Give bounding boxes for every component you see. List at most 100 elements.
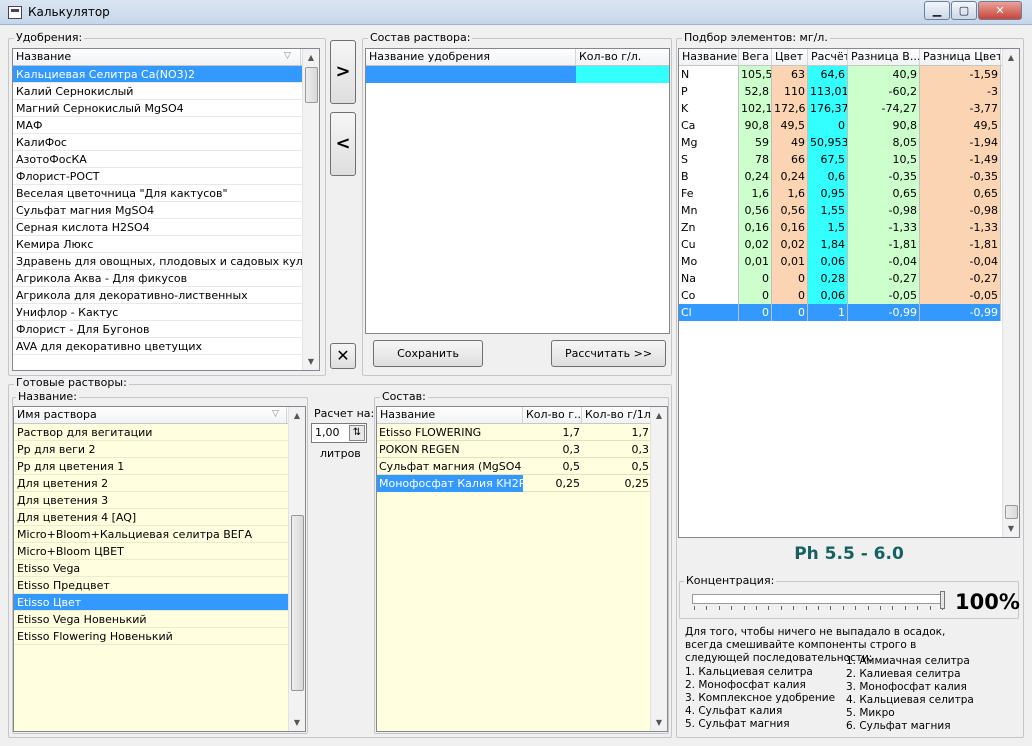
recipe-row[interactable]: Etisso FLOWERING 1,7 1,7 — [377, 424, 651, 441]
element-name-cell[interactable]: Mn — [679, 202, 739, 219]
fertilizer-item[interactable]: Кальциевая Селитра Ca(NO3)2 — [13, 66, 303, 83]
fertilizer-item[interactable]: Калий Сернокислый — [13, 83, 303, 100]
vega-cell[interactable]: 59 — [739, 134, 772, 151]
element-row[interactable]: S 78 66 67,5 10,5 -1,49 — [679, 151, 1001, 168]
element-name-cell[interactable]: Cu — [679, 236, 739, 253]
ready-solutions-list[interactable]: Имя раствора ▽ Раствор для вегитации Рр д… — [13, 406, 306, 732]
remove-from-solution-button[interactable]: < — [330, 112, 356, 176]
recipe-list[interactable]: Название Кол-во г... Кол-во г/1л. Etisso… — [376, 406, 668, 732]
fertilizer-item[interactable]: Флорист - Для Бугонов — [13, 321, 303, 338]
calc-cell[interactable]: 0,06 — [808, 253, 848, 270]
recipe-name-cell[interactable]: POKON REGEN — [377, 441, 523, 458]
column-calc[interactable]: Расчёт — [808, 49, 848, 65]
column-bloom[interactable]: Цвет — [772, 49, 808, 65]
spin-arrows-icon[interactable]: ⇅ — [349, 425, 365, 441]
delete-button[interactable]: ✕ — [330, 343, 356, 369]
composition-list[interactable]: Название удобрения Кол-во г/л. — [365, 48, 670, 334]
calc-cell[interactable]: 0,6 — [808, 168, 848, 185]
fertilizer-item[interactable]: Сульфат магния MgSO4 — [13, 202, 303, 219]
element-name-cell[interactable]: Zn — [679, 219, 739, 236]
filter-icon[interactable]: ▽ — [284, 51, 291, 61]
calc-cell[interactable]: 0,28 — [808, 270, 848, 287]
diff-bloom-cell[interactable]: -1,49 — [920, 151, 1001, 168]
column-element[interactable]: Название — [679, 49, 739, 65]
scroll-thumb[interactable] — [1005, 505, 1018, 519]
diff-bloom-cell[interactable]: -1,94 — [920, 134, 1001, 151]
vega-cell[interactable]: 0,24 — [739, 168, 772, 185]
calc-cell[interactable]: 1,5 — [808, 219, 848, 236]
diff-bloom-cell[interactable]: -0,98 — [920, 202, 1001, 219]
fertilizers-header[interactable]: Название ▽ — [13, 49, 303, 66]
column-name-header[interactable]: Название — [13, 49, 301, 65]
diff-bloom-cell[interactable]: -3,77 — [920, 100, 1001, 117]
ready-header[interactable]: Имя раствора ▽ — [14, 407, 289, 424]
scroll-up-icon[interactable]: ▲ — [1003, 49, 1019, 66]
element-name-cell[interactable]: Mg — [679, 134, 739, 151]
concentration-slider[interactable] — [692, 591, 947, 610]
recipe-name-cell[interactable]: Сульфат магния (MgSO4 * n — [377, 458, 523, 475]
calc-cell[interactable]: 1 — [808, 304, 848, 321]
element-name-cell[interactable]: Ca — [679, 117, 739, 134]
element-name-cell[interactable]: K — [679, 100, 739, 117]
fertilizer-item[interactable]: КалиФос — [13, 134, 303, 151]
bloom-cell[interactable]: 0,02 — [772, 236, 808, 253]
scroll-down-icon[interactable]: ▼ — [651, 714, 667, 731]
elements-header[interactable]: Название Вега Цвет Расчёт Разница В... Р… — [679, 49, 1003, 66]
vega-cell[interactable]: 0 — [739, 270, 772, 287]
scroll-thumb[interactable] — [305, 67, 318, 103]
diff-bloom-cell[interactable]: -0,99 — [920, 304, 1001, 321]
vega-cell[interactable]: 0,56 — [739, 202, 772, 219]
fertilizer-item[interactable]: Кемира Люкс — [13, 236, 303, 253]
bloom-cell[interactable]: 66 — [772, 151, 808, 168]
close-button[interactable]: ✕ — [978, 1, 1022, 20]
element-row[interactable]: Cu 0,02 0,02 1,84 -1,81 -1,81 — [679, 236, 1001, 253]
calc-cell[interactable]: 176,37 — [808, 100, 848, 117]
diff-vega-cell[interactable]: -0,05 — [848, 287, 920, 304]
diff-bloom-cell[interactable]: -1,59 — [920, 66, 1001, 83]
fertilizer-item[interactable]: Магний Сернокислый MgSO4 — [13, 100, 303, 117]
bloom-cell[interactable]: 0 — [772, 304, 808, 321]
vega-cell[interactable]: 0 — [739, 287, 772, 304]
vega-cell[interactable]: 78 — [739, 151, 772, 168]
solution-item[interactable]: Micro+Bloom+Кальциевая селитра ВЕГА — [14, 526, 289, 543]
bloom-cell[interactable]: 0 — [772, 270, 808, 287]
solution-item[interactable]: Etisso Flowering Новенький — [14, 628, 289, 645]
element-name-cell[interactable]: Co — [679, 287, 739, 304]
fertilizer-item[interactable]: МАФ — [13, 117, 303, 134]
calc-cell[interactable]: 0,95 — [808, 185, 848, 202]
vega-cell[interactable]: 102,1 — [739, 100, 772, 117]
column-recipe-qty[interactable]: Кол-во г... — [523, 407, 582, 423]
column-diff-vega[interactable]: Разница В... — [848, 49, 920, 65]
filter-icon[interactable]: ▽ — [272, 409, 279, 419]
element-row[interactable]: Cl 0 0 1 -0,99 -0,99 — [679, 304, 1001, 321]
element-row[interactable]: N 105,5 63 64,6 40,9 -1,59 — [679, 66, 1001, 83]
recipe-qty-per-liter-cell[interactable]: 0,25 — [582, 475, 651, 492]
diff-vega-cell[interactable]: -0,35 — [848, 168, 920, 185]
bloom-cell[interactable]: 0 — [772, 287, 808, 304]
fertilizer-item[interactable]: Веселая цветочница "Для кактусов" — [13, 185, 303, 202]
diff-vega-cell[interactable]: -0,99 — [848, 304, 920, 321]
calc-cell[interactable]: 50,953 — [808, 134, 848, 151]
recipe-qty-per-liter-cell[interactable]: 0,5 — [582, 458, 651, 475]
element-name-cell[interactable]: Mo — [679, 253, 739, 270]
scroll-up-icon[interactable]: ▲ — [651, 407, 667, 424]
solution-item[interactable]: Для цветения 4 [AQ] — [14, 509, 289, 526]
solution-item[interactable]: Рр для веги 2 — [14, 441, 289, 458]
vega-cell[interactable]: 0 — [739, 304, 772, 321]
column-fertilizer-name[interactable]: Название удобрения — [366, 49, 576, 65]
bloom-cell[interactable]: 0,16 — [772, 219, 808, 236]
diff-vega-cell[interactable]: -1,81 — [848, 236, 920, 253]
maximize-button[interactable]: ▢ — [951, 1, 977, 20]
bloom-cell[interactable]: 110 — [772, 83, 808, 100]
slider-thumb[interactable] — [940, 591, 945, 609]
elements-scrollbar[interactable]: ▲ ▼ — [1002, 49, 1019, 537]
element-row[interactable]: Mo 0,01 0,01 0,06 -0,04 -0,04 — [679, 253, 1001, 270]
scroll-up-icon[interactable]: ▲ — [303, 49, 319, 66]
diff-vega-cell[interactable]: -1,33 — [848, 219, 920, 236]
diff-vega-cell[interactable]: -60,2 — [848, 83, 920, 100]
fertilizers-list[interactable]: Название ▽ Кальциевая Селитра Ca(NO3)2 Ка… — [12, 48, 320, 371]
diff-bloom-cell[interactable]: 0,65 — [920, 185, 1001, 202]
diff-vega-cell[interactable]: -74,27 — [848, 100, 920, 117]
recipe-qty-cell[interactable]: 0,3 — [523, 441, 582, 458]
recipe-qty-cell[interactable]: 0,25 — [523, 475, 582, 492]
